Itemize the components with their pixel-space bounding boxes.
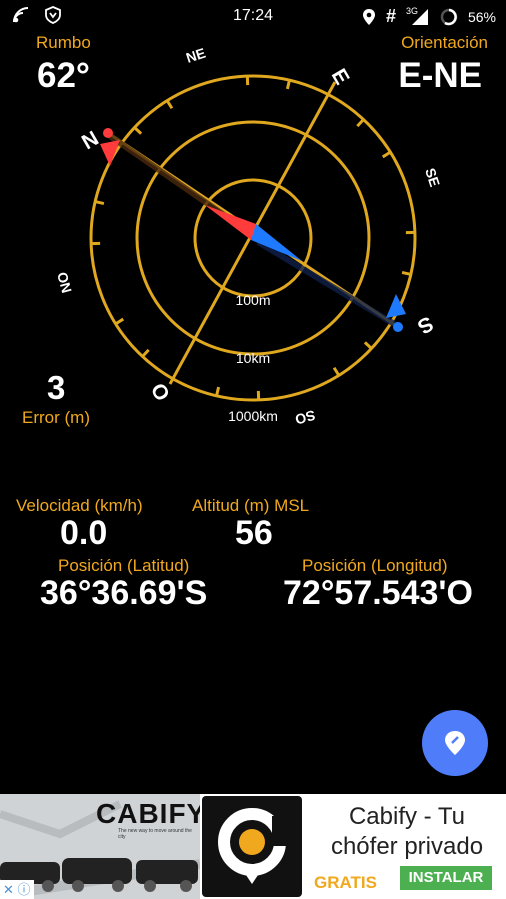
install-button[interactable]: INSTALAR xyxy=(400,866,492,890)
location-fab[interactable] xyxy=(422,710,488,776)
altitude-value: 56 xyxy=(235,514,273,552)
ad-brand: CABIFY xyxy=(96,798,207,829)
location-pin-icon xyxy=(362,8,375,25)
compass-dial: N NE E SE S SO O NO 100m 10km 1000km xyxy=(54,45,443,428)
dir-so: SO xyxy=(293,407,317,428)
speed-value: 0.0 xyxy=(60,514,108,552)
south-track xyxy=(256,239,398,328)
battery-percent: 56% xyxy=(467,8,496,25)
dial-tick xyxy=(356,118,365,128)
error-value: 3 xyxy=(47,369,66,406)
hash-indicator: # xyxy=(385,6,396,26)
dial-tick xyxy=(363,341,373,350)
north-arrow xyxy=(100,140,120,166)
dial-tick xyxy=(114,317,125,326)
ad-gratis: GRATIS xyxy=(314,873,377,892)
dir-e: E xyxy=(327,65,354,89)
ad-title: Cabify - Tu chófer privado xyxy=(312,802,502,862)
map-marker-icon xyxy=(445,731,465,755)
dir-no: NO xyxy=(54,270,75,295)
dial-tick xyxy=(401,270,412,276)
battery-ring-icon xyxy=(440,8,458,25)
needle-north xyxy=(205,205,256,240)
north-dot xyxy=(103,128,113,138)
ring-label-100m: 100m xyxy=(235,292,270,308)
dial-tick xyxy=(285,79,291,90)
dial-tick xyxy=(332,366,341,377)
dial-tick xyxy=(381,150,392,159)
error-label: Error (m) xyxy=(22,408,90,427)
dir-ne: NE xyxy=(184,45,207,66)
latitude-label: Posición (Latitud) xyxy=(58,556,190,575)
ad-title-line2: chófer privado xyxy=(330,833,484,860)
speed-label: Velocidad (km/h) xyxy=(16,496,143,515)
dir-s: S xyxy=(414,311,438,338)
dial-tick xyxy=(141,348,150,358)
dir-se: SE xyxy=(422,166,443,189)
network-type: 3G xyxy=(405,5,418,16)
ring-label-1000km: 1000km xyxy=(228,408,278,424)
south-dot xyxy=(393,322,403,332)
status-bar: 17:24 # 3G 56% xyxy=(0,0,506,32)
cabify-logo-icon xyxy=(218,808,286,884)
altitude-label: Altitud (m) MSL xyxy=(192,496,310,515)
dial-tick xyxy=(133,126,143,135)
cell-signal-icon: 3G xyxy=(405,5,430,26)
ad-app-logo xyxy=(200,794,304,899)
longitude-label: Posición (Longitud) xyxy=(302,556,448,575)
ring-label-10km: 10km xyxy=(236,350,270,366)
ad-close-icon[interactable]: ✕ ⓘ xyxy=(0,880,34,899)
dial-tick xyxy=(215,386,221,397)
longitude-value: 72°57.543'O xyxy=(283,574,473,612)
dial-tick xyxy=(94,200,105,206)
ad-tagline: The new way to move around the city xyxy=(118,828,192,840)
ad-title-line1: Cabify - Tu xyxy=(348,803,466,830)
dial-tick xyxy=(165,99,174,110)
dir-n: N xyxy=(78,127,103,155)
latitude-value: 36°36.69'S xyxy=(40,574,208,612)
